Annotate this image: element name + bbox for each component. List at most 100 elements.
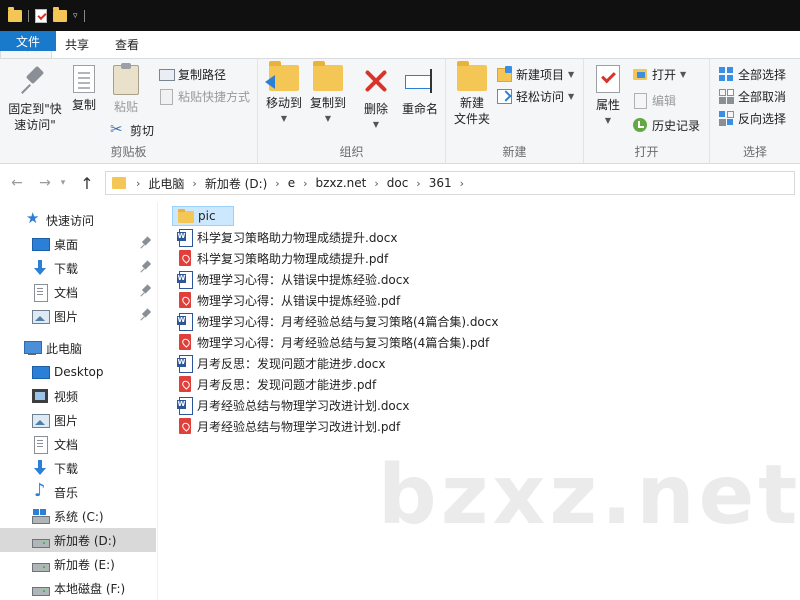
new-item-icon (496, 66, 512, 82)
sidebar-item-pictures[interactable]: 图片 (0, 304, 156, 328)
file-item[interactable]: 物理学习心得：月考经验总结与复习策略(4篇合集).docx (172, 311, 502, 331)
select-all-icon (718, 66, 734, 82)
new-group-label: 新建 (502, 145, 527, 159)
sidebar-item-quick-access[interactable]: 快速访问 (0, 208, 156, 232)
properties-button[interactable]: 属性 ▼ (590, 65, 626, 129)
open-group: 属性 ▼ 打开 ▼ 编辑 历史记录 打开 (584, 59, 710, 163)
rename-button[interactable]: 重命名 (398, 65, 442, 117)
word-document-icon (177, 313, 193, 331)
sidebar-item-desktop[interactable]: 桌面 (0, 232, 156, 256)
file-item-folder[interactable]: pic (172, 206, 234, 226)
address-bar[interactable]: › 此电脑 › 新加卷 (D:) › e › bzxz.net › doc › … (105, 171, 795, 195)
properties-icon[interactable] (35, 8, 47, 23)
file-item[interactable]: 月考反思：发现问题才能进步.docx (172, 353, 389, 373)
star-icon (26, 209, 42, 228)
folder-icon[interactable] (8, 6, 22, 22)
select-all-button[interactable]: 全部选择 (718, 63, 786, 85)
sidebar-item-label: 新加卷 (E:) (54, 557, 115, 572)
back-arrow-icon[interactable]: ← (6, 175, 28, 191)
breadcrumb-e[interactable]: e (288, 176, 295, 190)
file-item[interactable]: 月考经验总结与物理学习改进计划.pdf (172, 416, 404, 436)
sidebar-item-desktop-pc[interactable]: Desktop (0, 360, 156, 384)
title-bar: ▿ (0, 0, 800, 31)
organize-group-label: 组织 (339, 145, 364, 159)
file-item[interactable]: 物理学习心得：从错误中提炼经验.docx (172, 269, 413, 289)
cut-button[interactable]: 剪切 (110, 119, 154, 141)
sidebar-item-downloads-pc[interactable]: 下载 (0, 456, 156, 480)
move-to-button[interactable]: 移动到 ▼ (264, 61, 304, 127)
chevron-right-icon[interactable]: › (192, 177, 196, 190)
easy-access-button[interactable]: 轻松访问 ▼ (496, 85, 574, 107)
sidebar-item-this-pc[interactable]: 此电脑 (0, 336, 156, 360)
pin-icon[interactable] (142, 237, 150, 249)
copy-button[interactable]: 复制 (66, 65, 102, 113)
chevron-right-icon[interactable]: › (136, 177, 140, 190)
sidebar-item-label: 文档 (54, 285, 79, 300)
sidebar-item-label: 视频 (54, 389, 79, 404)
edit-icon (632, 92, 648, 109)
breadcrumb-drive-d[interactable]: 新加卷 (D:) (205, 175, 267, 192)
paste-shortcut-button[interactable]: 粘贴快捷方式 (158, 85, 250, 107)
pin-icon[interactable] (142, 309, 150, 321)
file-item[interactable]: 科学复习策略助力物理成绩提升.docx (172, 227, 401, 247)
chevron-right-icon[interactable]: › (416, 177, 420, 190)
chevron-right-icon[interactable]: › (275, 177, 279, 190)
chevron-right-icon[interactable]: › (303, 177, 307, 190)
file-item[interactable]: 科学复习策略助力物理成绩提升.pdf (172, 248, 392, 268)
sidebar-item-music[interactable]: 音乐 (0, 480, 156, 504)
chevron-right-icon[interactable]: › (460, 177, 464, 190)
pin-label-line2: 速访问" (14, 118, 56, 132)
sidebar-item-drive-e[interactable]: 新加卷 (E:) (0, 552, 156, 576)
history-button[interactable]: 历史记录 (632, 114, 700, 136)
new-folder-button[interactable]: 新建 文件夹 (450, 61, 494, 127)
sidebar-item-downloads[interactable]: 下载 (0, 256, 156, 280)
clipboard-group-label: 剪贴板 (110, 145, 147, 159)
properties-icon (596, 65, 620, 93)
chevron-down-icon[interactable]: ▿ (73, 11, 78, 21)
breadcrumb-doc[interactable]: doc (387, 176, 409, 190)
file-item[interactable]: 物理学习心得：月考经验总结与复习策略(4篇合集).pdf (172, 332, 493, 352)
tab-view[interactable]: 查看 (102, 31, 152, 58)
open-button[interactable]: 打开 ▼ (632, 63, 686, 85)
breadcrumb-this-pc[interactable]: 此电脑 (148, 175, 184, 192)
copy-to-button[interactable]: 复制到 ▼ (308, 61, 348, 127)
pdf-document-icon (177, 376, 193, 392)
invert-selection-icon (718, 110, 734, 126)
chevron-right-icon[interactable]: › (374, 177, 378, 190)
clipboard-group: 固定到"快 速访问" 复制 粘贴 复制路径 粘贴快捷方式 剪切 剪贴板 (0, 59, 258, 163)
breadcrumb-361[interactable]: 361 (429, 176, 452, 190)
pin-icon[interactable] (142, 261, 150, 273)
up-arrow-icon[interactable]: ↑ (76, 174, 98, 193)
pin-to-quick-access-button[interactable]: 固定到"快 速访问" (4, 65, 66, 133)
file-item[interactable]: 月考反思：发现问题才能进步.pdf (172, 374, 380, 394)
select-none-button[interactable]: 全部取消 (718, 85, 786, 107)
pin-icon[interactable] (142, 285, 150, 297)
file-item[interactable]: 月考经验总结与物理学习改进计划.docx (172, 395, 413, 415)
sidebar-item-drive-f[interactable]: 本地磁盘 (F:) (0, 576, 156, 600)
new-item-button[interactable]: 新建项目 ▼ (496, 63, 574, 85)
copy-path-button[interactable]: 复制路径 (158, 63, 226, 85)
sidebar-item-documents-pc[interactable]: 文档 (0, 432, 156, 456)
sidebar-item-label: 音乐 (54, 485, 79, 500)
invert-selection-button[interactable]: 反向选择 (718, 107, 786, 129)
forward-arrow-icon[interactable]: → (34, 175, 56, 191)
file-item[interactable]: 物理学习心得：从错误中提炼经验.pdf (172, 290, 404, 310)
tab-file[interactable]: 文件 (0, 31, 57, 51)
file-name: 月考反思：发现问题才能进步.docx (197, 356, 386, 371)
sidebar-item-label: 此电脑 (46, 341, 83, 356)
paste-label: 粘贴 (113, 100, 138, 114)
sidebar-item-drive-d[interactable]: 新加卷 (D:) (0, 528, 156, 552)
edit-button[interactable]: 编辑 (632, 89, 676, 111)
tab-share[interactable]: 共享 (52, 31, 102, 58)
delete-button[interactable]: 删除 ▼ (358, 65, 394, 133)
sidebar-item-pictures-pc[interactable]: 图片 (0, 408, 156, 432)
sidebar-item-documents[interactable]: 文档 (0, 280, 156, 304)
breadcrumb-bzxz[interactable]: bzxz.net (316, 176, 367, 190)
new-folder-icon[interactable] (53, 6, 67, 22)
recent-locations-chevron-icon[interactable]: ▾ (56, 178, 70, 188)
paste-button[interactable]: 粘贴 (108, 63, 144, 115)
sidebar-item-videos[interactable]: 视频 (0, 384, 156, 408)
folder-icon (178, 208, 194, 224)
sidebar-item-drive-c[interactable]: 系统 (C:) (0, 504, 156, 528)
word-document-icon (177, 397, 193, 415)
